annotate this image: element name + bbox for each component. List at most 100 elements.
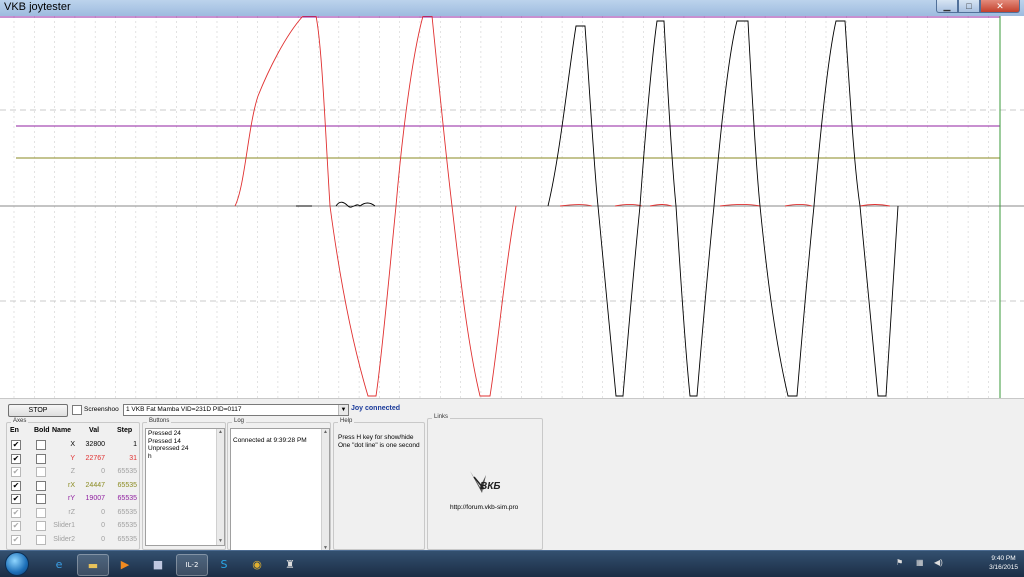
series-x-path [296,20,899,397]
axis-value: 24447 [85,481,105,489]
axis-step: 65535 [117,468,137,475]
connection-status: Joy connected [351,405,401,412]
links-group-label: Links [432,414,451,420]
signal-plot [0,15,1024,398]
axis-enable-checkbox[interactable]: ✔ [11,494,21,504]
clock-date: 3/16/2015 [989,564,1018,571]
log-group-label: Log [232,418,247,424]
device-select-value: 1 VKB Fat Mamba VID=231D PID=0117 [126,406,242,413]
axis-step: 1 [133,441,137,448]
axis-row: ✔ rX 24447 65535 [7,480,143,493]
close-icon: ✕ [996,0,1004,11]
axis-step: 65535 [117,495,137,502]
control-panel: STOP Screenshoo 1 VKB Fat Mamba VID=231D… [0,398,1024,553]
axis-bold-checkbox[interactable] [36,453,46,464]
joystick-icon[interactable]: ♜ [275,554,305,574]
axis-name: Y [70,454,75,462]
axis-enable-checkbox[interactable]: ✔ [11,440,21,450]
log-scrollbar[interactable] [321,429,329,552]
axis-value: 32800 [85,441,105,448]
start-button[interactable] [2,551,32,577]
axis-value: 22767 [85,454,105,462]
forum-link[interactable]: http://forum.vkb-sim.pro [450,504,518,511]
help-group: Help Press H key for show/hide One "dot … [333,418,425,550]
network-icon[interactable]: ▦ [916,558,924,567]
device-select[interactable]: 1 VKB Fat Mamba VID=231D PID=0117 ▼ [123,404,349,416]
axis-bold-checkbox[interactable] [36,467,46,477]
axis-bold-checkbox[interactable] [36,534,46,545]
windows-orb-icon [5,552,29,576]
chrome-icon[interactable]: ◉ [242,554,272,574]
links-group: Links ВКБ http://forum.vkb-sim.pro [427,414,543,550]
axis-value: 19007 [85,495,105,502]
buttons-line: h [148,452,152,460]
help-group-label: Help [338,418,355,424]
buttons-line: Pressed 24 [148,430,181,437]
stop-button[interactable]: STOP [8,404,68,417]
buttons-line: Unpressed 24 [148,445,189,452]
maximize-button[interactable]: □ [958,0,980,13]
plot-canvas [0,15,1024,398]
clock-time: 9:40 PM [991,555,1016,562]
maximize-icon: □ [966,1,972,11]
axes-header-step: Step [117,427,133,434]
axis-enable-checkbox[interactable]: ✔ [11,507,21,518]
buttons-scrollbar[interactable] [216,429,224,545]
axis-row: ✔ rY 19007 65535 [7,493,143,506]
buttons-listbox[interactable]: Pressed 24 Pressed 14 Unpressed 24 h [145,428,225,546]
log-listbox[interactable]: Connected at 9:39:28 PM [230,428,330,553]
axis-bold-checkbox[interactable] [36,440,46,450]
close-button[interactable]: ✕ [980,0,1020,13]
axis-enable-checkbox[interactable]: ✔ [11,480,21,491]
axis-row: ✔ Slider1 0 65535 [7,520,143,533]
axis-name: rX [68,481,75,489]
flag-icon[interactable]: ⚑ [896,558,903,567]
folder-icon[interactable]: ▬ [77,554,109,576]
axis-bold-checkbox[interactable] [36,521,46,531]
axis-row: ✔ rZ 0 65535 [7,507,143,520]
log-line: Connected at 9:39:28 PM [233,437,307,444]
minimize-button[interactable]: ▁ [936,0,958,13]
floppy-icon[interactable]: ■ [143,554,173,574]
window-controls: ▁ □ ✕ [936,0,1020,13]
axis-value: 0 [101,508,105,516]
axis-bold-checkbox[interactable] [36,507,46,518]
axis-name: rY [68,495,75,502]
system-tray: ⚑ ▦ ◀) 9:40 PM 3/16/2015 [884,551,1024,577]
taskbar: e ▬ ▶ ■ IL-2 S ◉ ♜ ⚑ ▦ ◀) 9:40 PM 3/16/2015 [0,550,1024,577]
axis-enable-checkbox[interactable]: ✔ [11,534,21,545]
axis-name: Slider2 [53,535,75,543]
axes-header-val: Val [89,427,100,434]
axis-step: 65535 [117,522,137,529]
media-player-icon[interactable]: ▶ [110,554,140,574]
axes-group: Axes En Bold Name Val Step ✔ X 32800 1 ✔ Y 227… [6,418,143,550]
axis-step: 65535 [117,535,137,543]
axis-bold-checkbox[interactable] [36,480,46,491]
volume-icon[interactable]: ◀) [934,558,943,567]
axis-bold-checkbox[interactable] [36,494,46,504]
axis-enable-checkbox[interactable]: ✔ [11,453,21,464]
clock[interactable]: 9:40 PM 3/16/2015 [989,554,1018,572]
axes-header-name: Name [52,427,72,434]
axis-name: X [70,441,75,448]
axis-name: rZ [68,508,75,516]
screenshot-checkbox[interactable] [72,405,82,415]
minimize-icon: ▁ [943,0,951,11]
axis-value: 0 [101,535,105,543]
axis-enable-checkbox[interactable]: ✔ [11,467,21,477]
ie-icon[interactable]: e [44,554,74,574]
skype-icon[interactable]: S [209,554,239,574]
axis-row: ✔ X 32800 1 [7,439,143,452]
axis-value: 0 [101,522,105,529]
axis-name: Slider1 [53,522,75,529]
axis-step: 65535 [117,508,137,516]
il2-icon[interactable]: IL-2 [176,554,208,576]
axis-step: 31 [129,454,137,462]
screenshot-label: Screenshoo [84,406,119,413]
window-title: VKB joytester [4,1,71,13]
axis-enable-checkbox[interactable]: ✔ [11,521,21,531]
vkb-logo-text: ВКБ [480,481,501,492]
buttons-line: Pressed 14 [148,437,181,445]
axes-header-en: En [10,427,19,434]
axes-header-bold: Bold [34,427,50,434]
